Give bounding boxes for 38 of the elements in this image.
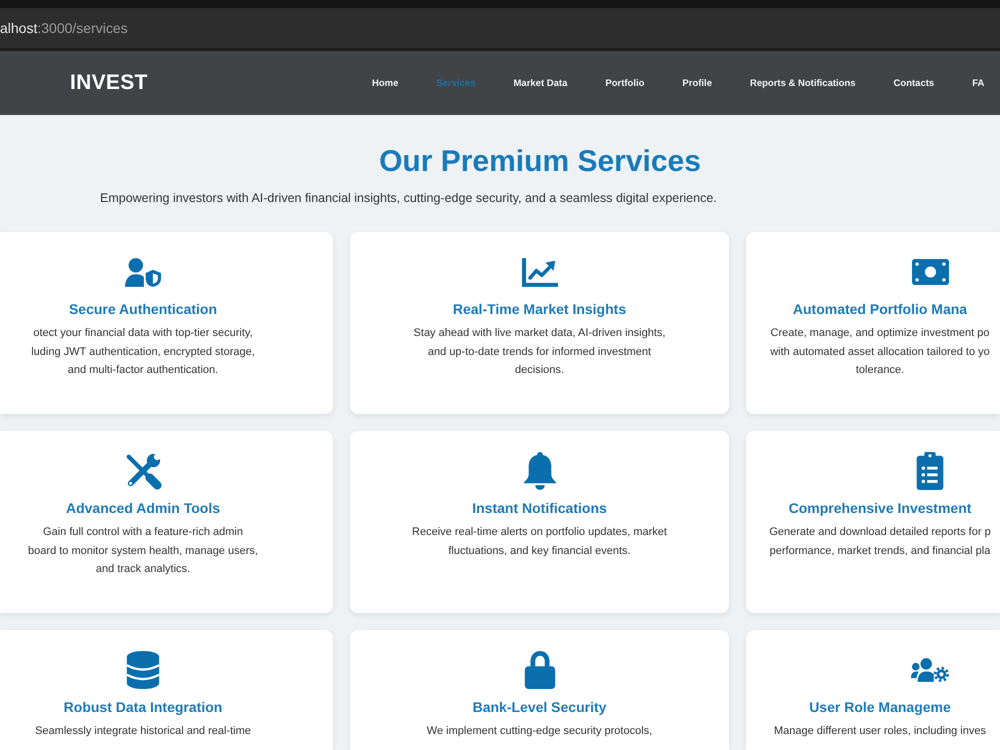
nav-link[interactable]: FA: [972, 78, 984, 88]
service-title: Bank-Level Security: [472, 698, 606, 716]
service-description: Receive real-time alerts on portfolio updates, market fluctuations, and key financial events.: [412, 525, 667, 558]
service-description: Gain full control with a feature-rich admin board to monitor system health, manage users, and track analytics.: [28, 525, 258, 577]
nav-link[interactable]: Home: [372, 78, 398, 88]
address-bar[interactable]: alhost:3000/services: [0, 8, 1000, 51]
service-description: Create, manage, and optimize investment po with automated asset allocation tailored to yo tolerance.: [770, 326, 990, 378]
service-title: User Role Manageme: [809, 698, 951, 716]
users-gear-icon: [911, 656, 949, 684]
user-shield-icon: [125, 258, 161, 286]
clipboard-list-icon: [916, 452, 944, 490]
nav-link[interactable]: Profile: [682, 78, 712, 88]
service-title: Advanced Admin Tools: [66, 499, 220, 517]
line-chart-icon: [522, 258, 558, 286]
page-subtitle: Empowering investors with AI-driven financial insights, cutting-edge security, and a seamless digital experience.: [99, 190, 718, 206]
service-description: Generate and download detailed reports for p performance, market trends, and financial pla: [769, 525, 991, 558]
nav-link[interactable]: Contacts: [894, 78, 934, 88]
service-description: We implement cutting-edge security protocols,: [426, 724, 652, 739]
service-title: Robust Data Integration: [64, 698, 222, 716]
service-description: otect your financial data with top-tier security, luding JWT authentication, encrypted storage, and multi-factor authentication.: [31, 326, 255, 378]
nav-link[interactable]: Reports & Notifications: [750, 78, 856, 88]
nav-link[interactable]: Market Data: [514, 78, 568, 88]
nav-link[interactable]: Portfolio: [605, 78, 644, 88]
padlock-icon: [524, 651, 556, 689]
service-title: Comprehensive Investment: [788, 499, 972, 517]
service-title: Automated Portfolio Mana: [792, 300, 968, 318]
page-title: Our Premium Services: [378, 144, 702, 180]
service-title: Instant Notifications: [472, 499, 607, 517]
service-description: Seamlessly integrate historical and real-time: [35, 724, 251, 739]
database-icon: [126, 651, 160, 689]
banknote-icon: [912, 259, 948, 285]
bell-icon: [524, 452, 556, 490]
service-description: Stay ahead with live market data, AI-driven insights, and up-to-date trends for informed investment decisions.: [414, 326, 666, 378]
brand-logo[interactable]: INVEST: [70, 71, 148, 94]
service-description: Manage different user roles, including inves: [774, 724, 986, 739]
service-title: Real-Time Market Insights: [452, 300, 626, 318]
wrench-screwdriver-icon: [124, 452, 162, 490]
service-title: Secure Authentication: [68, 300, 218, 318]
